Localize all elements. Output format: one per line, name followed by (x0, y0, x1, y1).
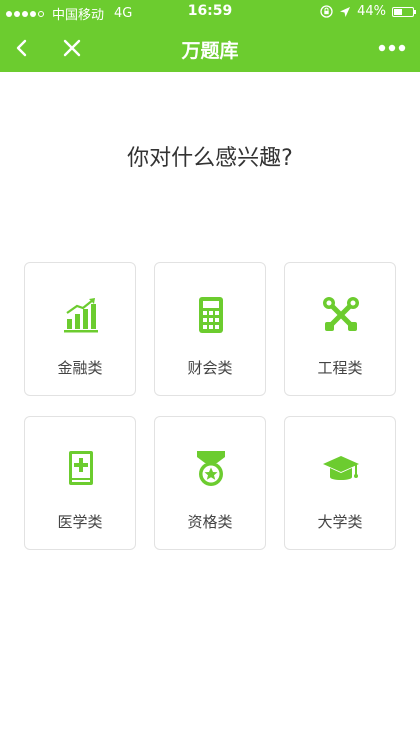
category-label: 工程类 (317, 359, 363, 377)
category-card-engineering[interactable]: 工程类 (284, 262, 396, 396)
graduation-cap-icon (323, 456, 359, 480)
category-label: 财会类 (187, 359, 233, 377)
category-card-university[interactable]: 大学类 (284, 416, 396, 550)
battery-fill (394, 8, 402, 15)
medical-book-icon (69, 451, 93, 485)
battery-nub (414, 9, 416, 14)
category-label: 医学类 (57, 513, 103, 531)
location-arrow-icon (340, 6, 351, 17)
status-bar: 中国移动 4G 16:59 44% (0, 0, 420, 24)
category-label: 金融类 (57, 359, 103, 377)
calculator-icon (199, 297, 223, 333)
category-card-qualification[interactable]: 资格类 (154, 416, 266, 550)
category-card-accounting[interactable]: 财会类 (154, 262, 266, 396)
category-label: 大学类 (317, 513, 363, 531)
more-horizontal-icon (378, 44, 406, 52)
status-right: 44% (314, 4, 416, 19)
bar-chart-icon (64, 298, 98, 333)
category-label: 资格类 (187, 513, 233, 531)
battery-percent: 44% (357, 4, 386, 19)
navigation-bar: 万题库 (0, 24, 420, 72)
battery-icon (392, 6, 416, 17)
orientation-lock-icon (320, 5, 333, 18)
category-card-medical[interactable]: 医学类 (24, 416, 136, 550)
page-title: 万题库 (181, 40, 239, 62)
tools-icon (323, 297, 359, 331)
interest-question: 你对什么感兴趣? (127, 146, 293, 171)
category-card-finance[interactable]: 金融类 (24, 262, 136, 396)
more-button[interactable] (374, 32, 410, 64)
medal-icon (197, 451, 225, 486)
